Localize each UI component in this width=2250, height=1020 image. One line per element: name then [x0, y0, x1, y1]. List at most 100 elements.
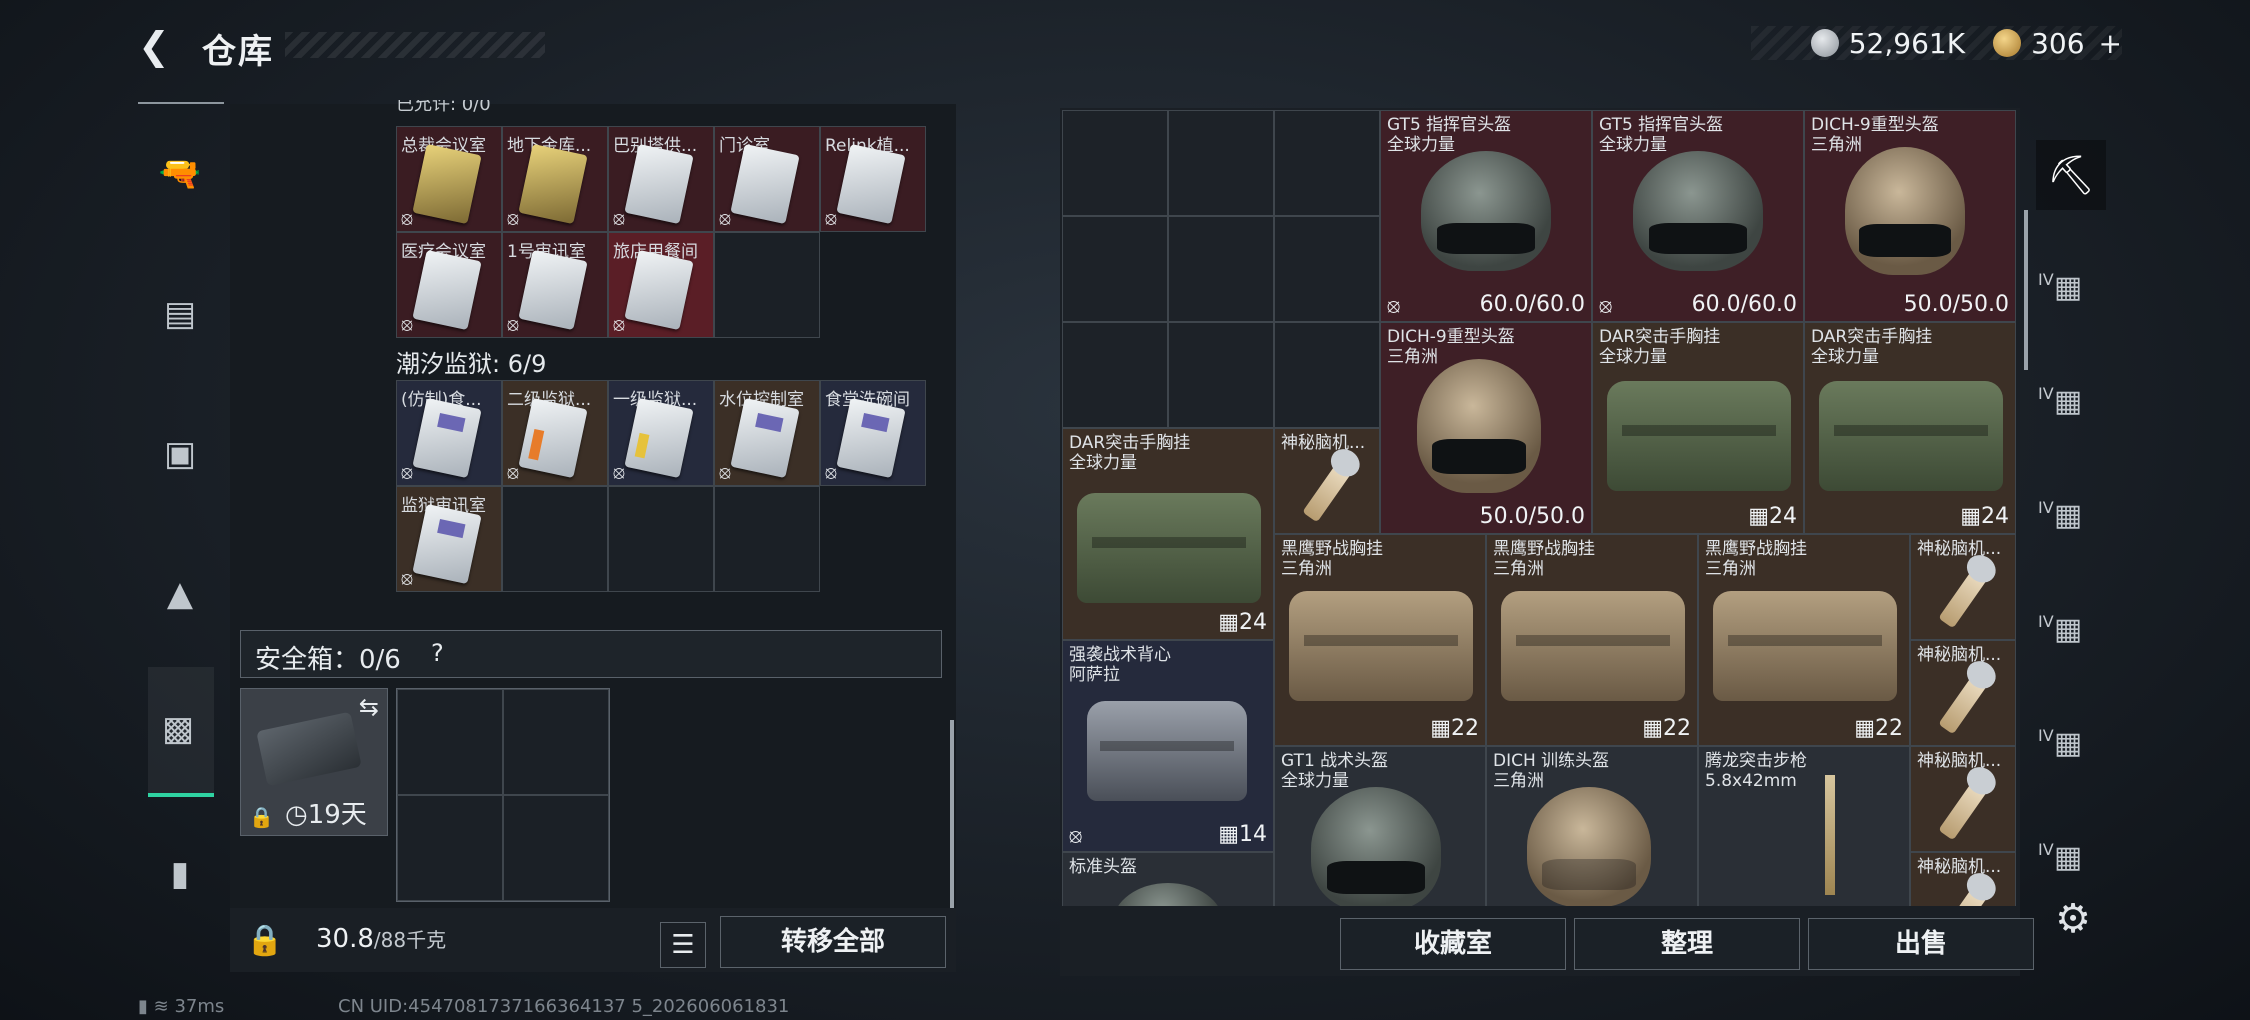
helmet-item[interactable]: DICH-9重型头盔 三角洲 50.0/50.0 [1804, 110, 2016, 322]
list-view-icon[interactable]: ☰ [660, 922, 706, 968]
storage-scrollbar[interactable] [2024, 210, 2028, 370]
empty-slot[interactable] [397, 795, 503, 901]
keycard-slot[interactable]: 总裁会议室 ⦻ [396, 126, 502, 232]
vest-image [1087, 701, 1247, 801]
capacity: ▦22 [1430, 716, 1479, 741]
pistol-icon[interactable]: 🔫 [148, 142, 212, 206]
storage-tab-7-icon[interactable]: IV ▦ [2036, 826, 2100, 890]
safe-box-grid [396, 688, 610, 902]
helmet-image [1421, 151, 1551, 271]
collection-room-button[interactable]: 收藏室 [1340, 918, 1566, 970]
storage-tab-4-icon[interactable]: IV ▦ [2036, 484, 2100, 548]
storage-tab-6-icon[interactable]: IV ▦ [2036, 712, 2100, 776]
keycard-slot[interactable]: 巴别塔供... ⦻ [608, 126, 714, 232]
lock-icon: ⦻ [719, 208, 731, 229]
brain-chip-item[interactable]: 神秘脑机... [1910, 852, 2016, 906]
empty-slot[interactable] [1274, 216, 1380, 322]
currency-display: 52,961K 306 + [1750, 26, 2122, 60]
empty-slot[interactable] [502, 486, 608, 592]
helmet-item[interactable]: GT5 指挥官头盔 全球力量 ⦻ 60.0/60.0 [1380, 110, 1592, 322]
safe-box-label: 安全箱：0/6 [255, 645, 401, 675]
helmet-storage-icon[interactable]: ⛏ [2036, 140, 2106, 210]
storage-tab-3-icon[interactable]: IV ▦ [2036, 370, 2100, 434]
keycard-slot[interactable]: 监狱审讯室 ⦻ [396, 486, 502, 592]
empty-slot[interactable] [1274, 322, 1380, 428]
empty-slot[interactable] [1062, 216, 1168, 322]
empty-slot[interactable] [1168, 216, 1274, 322]
keycard-slot[interactable]: 二级监狱... ⦻ [502, 380, 608, 486]
help-icon[interactable]: ? [431, 639, 444, 667]
sell-button[interactable]: 出售 [1808, 918, 2034, 970]
rifle-image [1825, 775, 1835, 895]
left-category-nav: 🔫 ▤ ▣ ▲ ▩ ▮ [138, 102, 224, 952]
chest-rig-image [1713, 591, 1897, 701]
chip-image [1938, 565, 1990, 629]
add-currency-button[interactable]: + [2099, 27, 2122, 60]
empty-slot[interactable] [503, 689, 609, 795]
gear-icon[interactable]: ⚙ [2050, 896, 2096, 942]
empty-slot[interactable] [1168, 322, 1274, 428]
lock-icon: ⦻ [613, 462, 625, 483]
briefcase-icon[interactable]: ▮ [148, 842, 212, 906]
keycard-slot[interactable]: 1号审讯室⦻ [502, 232, 608, 338]
transfer-all-button[interactable]: 转移全部 [720, 916, 946, 968]
empty-slot[interactable] [1062, 322, 1168, 428]
lock-icon[interactable]: 🔒 [240, 916, 290, 966]
empty-slot[interactable] [397, 689, 503, 795]
lock-icon: ⦻ [1387, 293, 1401, 317]
lock-icon: ⦻ [401, 314, 413, 335]
keycard-slot[interactable]: Relink植... ⦻ [820, 126, 926, 232]
helmet-item[interactable]: GT5 指挥官头盔 全球力量 ⦻ 60.0/60.0 [1592, 110, 1804, 322]
chest-rig-item[interactable]: DAR突击手胸挂 全球力量 ▦24 [1804, 322, 2016, 534]
back-arrow-icon[interactable]: ❮ [138, 26, 178, 66]
empty-slot[interactable] [1274, 110, 1380, 216]
empty-slot[interactable] [714, 232, 820, 338]
helmet-image [1845, 147, 1965, 275]
vest-item[interactable]: 强袭战术背心 阿萨拉 ⦻ ▦14 [1062, 640, 1274, 852]
armor-vest-icon[interactable]: ▤ [148, 282, 212, 346]
safe-box-slot[interactable]: ⇆ 🔒 ◷19天 [240, 688, 388, 836]
helmet-item[interactable]: DICH 训练头盔 三角洲 [1486, 746, 1698, 906]
helmet-item[interactable]: GT1 战术头盔 全球力量 [1274, 746, 1486, 906]
chip-image [1302, 459, 1354, 523]
inventory-scrollbar[interactable] [950, 720, 954, 910]
brain-chip-item[interactable]: 神秘脑机... [1910, 534, 2016, 640]
empty-slot[interactable] [1062, 110, 1168, 216]
helmet-item[interactable]: DICH-9重型头盔 三角洲 50.0/50.0 [1380, 322, 1592, 534]
safe-box-header: 安全箱：0/6 ? [240, 630, 942, 678]
keycard-slot[interactable]: 门诊室⦻ [714, 126, 820, 232]
rifle-item[interactable]: 腾龙突击步枪 5.8x42mm [1698, 746, 1910, 906]
safebox-icon[interactable]: ▩ [148, 667, 214, 797]
keycard-slot[interactable]: 食堂洗碗间 ⦻ [820, 380, 926, 486]
chest-rig-item[interactable]: DAR突击手胸挂 全球力量 ▦24 [1592, 322, 1804, 534]
empty-slot[interactable] [1168, 110, 1274, 216]
brain-chip-item[interactable]: 神秘脑机... [1910, 746, 2016, 852]
brain-chip-item[interactable]: 神秘脑机... [1910, 640, 2016, 746]
sort-button[interactable]: 整理 [1574, 918, 1800, 970]
helmet-item[interactable]: 标准头盔 [1062, 852, 1274, 906]
storage-tab-5-icon[interactable]: IV ▦ [2036, 598, 2100, 662]
keycard-slot[interactable]: 医疗会议室 ⦻ [396, 232, 502, 338]
helmet-image [1527, 787, 1651, 906]
backpack-icon[interactable]: ▣ [148, 422, 212, 486]
swap-icon[interactable]: ⇆ [359, 693, 379, 721]
chest-rig-item[interactable]: 黑鹰野战胸挂 三角洲 ▦22 [1274, 534, 1486, 746]
chest-rig-item[interactable]: DAR突击手胸挂 全球力量 ▦24 [1062, 428, 1274, 640]
capacity: ▦24 [1748, 504, 1797, 529]
keycard-slot[interactable]: 水位控制室 ⦻ [714, 380, 820, 486]
chest-rig-item[interactable]: 黑鹰野战胸挂 三角洲 ▦22 [1698, 534, 1910, 746]
brain-chip-item[interactable]: 神秘脑机... [1274, 428, 1380, 534]
keycard-slot[interactable]: 一级监狱... ⦻ [608, 380, 714, 486]
keycard-slot[interactable]: (仿制)食...⦻ [396, 380, 502, 486]
keycard-slot[interactable]: 旅店用餐间 ⦻ [608, 232, 714, 338]
helmet-image [1113, 883, 1223, 906]
chip-image [1938, 777, 1990, 841]
empty-slot[interactable] [714, 486, 820, 592]
helmet-icon[interactable]: ▲ [148, 562, 212, 626]
chest-rig-item[interactable]: 黑鹰野战胸挂 三角洲 ▦22 [1486, 534, 1698, 746]
empty-slot[interactable] [608, 486, 714, 592]
empty-slot[interactable] [503, 795, 609, 901]
durability: 60.0/60.0 [1479, 292, 1585, 317]
keycard-slot[interactable]: 地下金库... ⦻ [502, 126, 608, 232]
storage-tab-2-icon[interactable]: IV ▦ [2036, 256, 2100, 320]
